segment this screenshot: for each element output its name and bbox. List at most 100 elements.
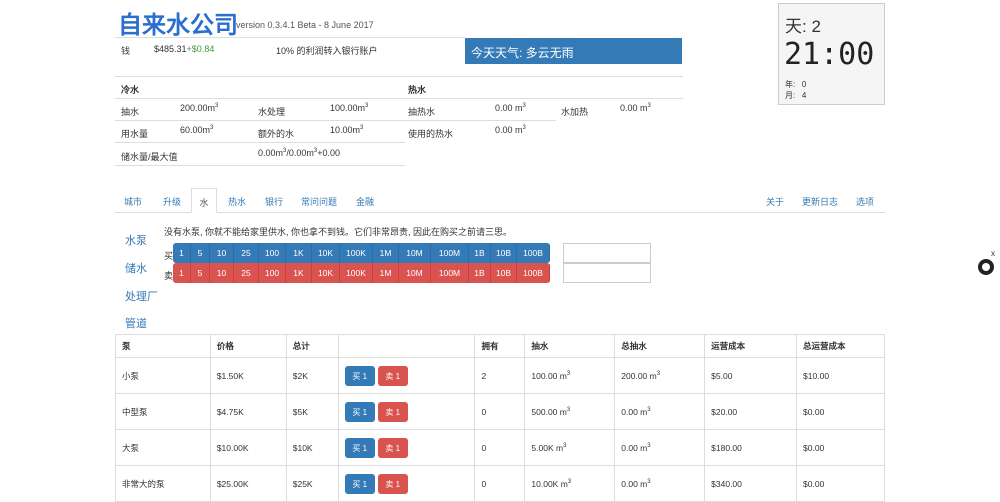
sell-qty-10m-button[interactable]: 10M: [399, 263, 431, 283]
pump-total-cost: $0.00: [796, 429, 885, 466]
buy-qty-25-button[interactable]: 25: [234, 243, 259, 263]
github-icon[interactable]: [978, 259, 994, 275]
tab-city[interactable]: 城市: [118, 188, 148, 213]
pump-total-rate: 0.00 m3: [614, 393, 706, 430]
tab-finance[interactable]: 金融: [350, 188, 380, 213]
side-link-pipe[interactable]: 管道: [125, 315, 147, 331]
pump-rate: 500.00 m3: [524, 393, 616, 430]
sell-qty-5-button[interactable]: 5: [191, 263, 210, 283]
pump-rate: 100.00 m3: [524, 357, 616, 394]
tab-bank[interactable]: 银行: [259, 188, 289, 213]
buy-qty-10-button[interactable]: 10: [210, 243, 234, 263]
tab-about[interactable]: 关于: [762, 188, 788, 213]
tab-water[interactable]: 水: [191, 188, 217, 213]
sell-one-button[interactable]: 卖 1: [377, 437, 408, 458]
pump-actions: 买 1卖 1: [337, 393, 476, 430]
tab-faq[interactable]: 常问问题: [298, 188, 340, 213]
column-header: 泵: [115, 334, 211, 358]
heat-value: 0.00 m3: [620, 103, 651, 113]
pump-price: $10.00K: [209, 429, 287, 466]
tab-upgrade[interactable]: 升级: [157, 188, 187, 213]
pump-total-rate: 200.00 m3: [614, 357, 706, 394]
pump-total: $25K: [285, 465, 339, 502]
sell-qty-100-button[interactable]: 100: [259, 263, 286, 283]
day-counter: 天: 2: [785, 17, 821, 36]
column-header: [337, 334, 476, 358]
sell-one-button[interactable]: 卖 1: [377, 473, 408, 494]
hot-pump-label: 抽热水: [408, 107, 436, 117]
buy-qty-10k-button[interactable]: 10K: [312, 243, 340, 263]
pump-total-cost: $0.00: [796, 393, 885, 430]
sell-qty-10-button[interactable]: 10: [210, 263, 234, 283]
sell-one-button[interactable]: 卖 1: [377, 401, 408, 422]
divider: [115, 142, 405, 143]
sell-qty-100m-button[interactable]: 100M: [431, 263, 469, 283]
buy-one-button[interactable]: 买 1: [344, 473, 375, 494]
cold-heading: 冷水: [121, 85, 140, 95]
pump-total: $10K: [285, 429, 339, 466]
buy-qty-100b-button[interactable]: 100B: [517, 243, 550, 263]
sell-qty-1-button[interactable]: 1: [173, 263, 191, 283]
usage-label: 用水量: [121, 129, 149, 139]
close-icon[interactable]: x: [991, 249, 995, 258]
pump-rate: 10.00K m3: [524, 465, 616, 502]
sell-qty-1k-button[interactable]: 1K: [286, 263, 312, 283]
heat-label: 水加热: [561, 107, 589, 117]
buy-qty-100-button[interactable]: 100: [259, 243, 286, 263]
sell-qty-1m-button[interactable]: 1M: [373, 263, 399, 283]
sell-qty-10b-button[interactable]: 10B: [491, 263, 517, 283]
sell-row-label: 卖: [164, 271, 174, 281]
buy-one-button[interactable]: 买 1: [344, 401, 375, 422]
cold-pump-value: 200.00m3: [180, 103, 219, 113]
pump-owned: 2: [474, 357, 526, 394]
buy-qty-100k-button[interactable]: 100K: [340, 243, 373, 263]
divider: [115, 37, 465, 38]
column-header: 价格: [209, 334, 287, 358]
sell-qty-100b-button[interactable]: 100B: [517, 263, 550, 283]
money-value: $485.31+$0.84: [154, 44, 214, 54]
divider: [115, 165, 405, 166]
buy-one-button[interactable]: 买 1: [344, 437, 375, 458]
buy-qty-1m-button[interactable]: 1M: [373, 243, 399, 263]
buy-qty-1b-button[interactable]: 1B: [469, 243, 491, 263]
buy-qty-1k-button[interactable]: 1K: [286, 243, 312, 263]
buy-qty-10m-button[interactable]: 10M: [399, 243, 431, 263]
pump-cost: $180.00: [704, 429, 798, 466]
buy-qty-1-button[interactable]: 1: [173, 243, 191, 263]
pump-total: $5K: [285, 393, 339, 430]
pump-cost: $5.00: [704, 357, 798, 394]
pump-price: $4.75K: [209, 393, 287, 430]
side-link-pump[interactable]: 水泵: [125, 232, 147, 248]
pump-notice: 没有水泵, 你就不能给家里供水, 你也拿不到钱。它们非常昂贵, 因此在购买之前请…: [164, 227, 513, 237]
sell-qty-25-button[interactable]: 25: [234, 263, 259, 283]
sell-qty-1b-button[interactable]: 1B: [469, 263, 491, 283]
pump-price: $1.50K: [209, 357, 287, 394]
money-delta: +$0.84: [186, 44, 215, 54]
pump-total-rate: 0.00 m3: [614, 429, 706, 466]
buy-quantity-input[interactable]: [563, 243, 651, 263]
tab-options[interactable]: 选项: [852, 188, 878, 213]
pump-actions: 买 1卖 1: [337, 357, 476, 394]
buy-qty-5-button[interactable]: 5: [191, 243, 210, 263]
sell-one-button[interactable]: 卖 1: [377, 365, 408, 386]
buy-qty-10b-button[interactable]: 10B: [491, 243, 517, 263]
column-header: 运营成本: [704, 334, 798, 358]
used-hot-label: 使用的热水: [408, 129, 454, 139]
column-header: 总抽水: [614, 334, 706, 358]
money-amount: $485.31: [154, 44, 187, 54]
side-link-storage[interactable]: 储水: [125, 260, 147, 276]
side-link-treatment[interactable]: 处理厂: [125, 288, 158, 304]
tab-changelog[interactable]: 更新日志: [800, 188, 840, 213]
tab-hot-water[interactable]: 热水: [222, 188, 252, 213]
pump-total-cost: $0.00: [796, 465, 885, 502]
clock-time: 21:00: [784, 37, 875, 72]
divider: [115, 120, 556, 121]
buy-qty-100m-button[interactable]: 100M: [431, 243, 469, 263]
pump-price: $25.00K: [209, 465, 287, 502]
sell-qty-100k-button[interactable]: 100K: [340, 263, 373, 283]
buy-quantity-group: 1 5 10 25 100 1K 10K 100K 1M 10M 100M 1B 10B 100B: [173, 243, 550, 263]
sell-qty-10k-button[interactable]: 10K: [312, 263, 340, 283]
buy-one-button[interactable]: 买 1: [344, 365, 375, 386]
table-row: 非常大的泵 $25.00K $25K 买 1卖 1 0 10.00K m3 0.00 m3 $…: [115, 465, 885, 502]
sell-quantity-input[interactable]: [563, 263, 651, 283]
